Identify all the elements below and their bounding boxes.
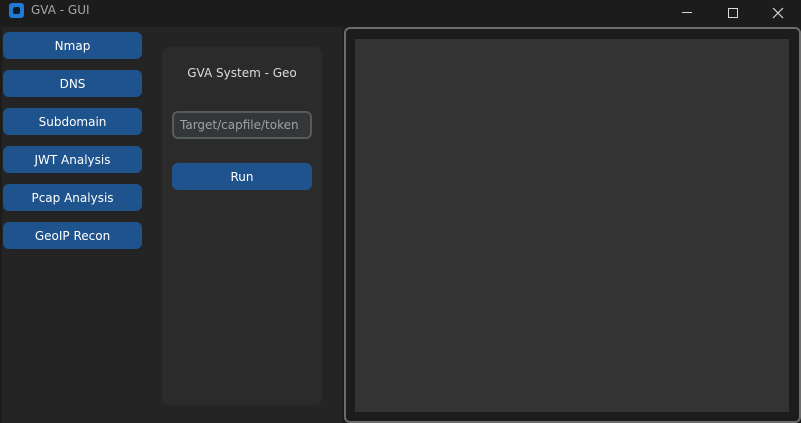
maximize-icon [728,7,738,18]
maximize-button[interactable] [710,0,756,25]
window-title: GVA - GUI [31,3,90,17]
sidebar: Nmap DNS Subdomain JWT Analysis Pcap Ana… [2,27,142,423]
output-textbox[interactable] [355,39,789,412]
run-button[interactable]: Run [172,163,312,190]
sidebar-item-nmap[interactable]: Nmap [3,32,142,59]
close-icon [772,7,784,18]
title-bar[interactable]: GVA - GUI [0,0,801,25]
sidebar-item-pcap-analysis[interactable]: Pcap Analysis [3,184,142,211]
target-input[interactable] [172,111,312,139]
minimize-icon [682,12,692,13]
sidebar-item-subdomain[interactable]: Subdomain [3,108,142,135]
sidebar-item-geoip-recon[interactable]: GeoIP Recon [3,222,142,249]
panel-title: GVA System - Geo [187,66,297,80]
control-panel [162,47,322,405]
close-button[interactable] [755,0,801,25]
minimize-button[interactable] [664,0,710,25]
sidebar-item-dns[interactable]: DNS [3,70,142,97]
app-window: GVA - GUI Nmap DNS Subdomain JWT Analysi… [0,0,801,423]
sidebar-item-jwt-analysis[interactable]: JWT Analysis [3,146,142,173]
app-logo-icon [9,3,24,18]
